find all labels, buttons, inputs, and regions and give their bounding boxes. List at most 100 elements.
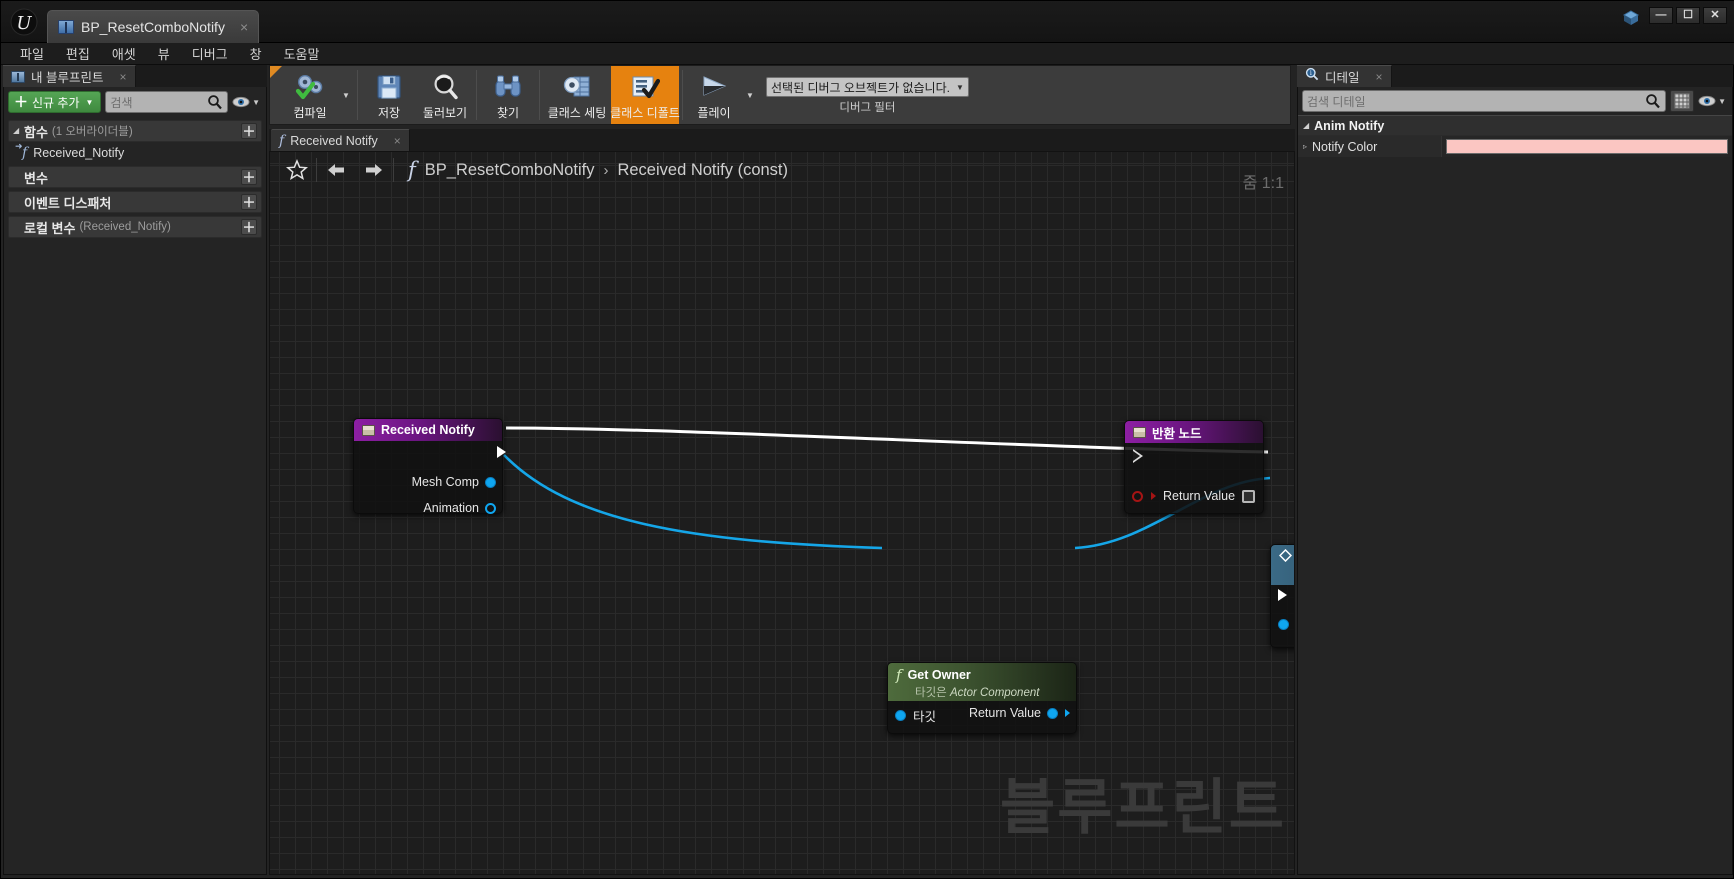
asset-tab[interactable]: BP_ResetComboNotify × [47, 10, 260, 43]
play-button[interactable]: 플레이 [686, 66, 742, 124]
menu-item-edit[interactable]: 편집 [55, 42, 101, 65]
notify-color-swatch[interactable] [1446, 139, 1728, 154]
class-defaults-icon [630, 72, 660, 102]
close-icon[interactable]: × [1376, 70, 1383, 84]
node-header: Itf Reset Combo 타깃은 Itf Animation Notify [1271, 545, 1294, 585]
play-dropdown-icon[interactable]: ▼ [742, 66, 758, 124]
tab-received-notify[interactable]: f Received Notify × [271, 129, 410, 151]
zoom-level: 줌 1:1 [1242, 175, 1284, 192]
graph-editor: f Received Notify × f BP_ResetComboNotif… [269, 129, 1295, 875]
pin-exec-out[interactable] [497, 446, 506, 458]
bookmark-star-icon[interactable] [278, 155, 316, 185]
breadcrumb-root[interactable]: BP_ResetComboNotify [425, 161, 595, 180]
function-icon: f [896, 666, 902, 684]
tab-my-blueprint[interactable]: 내 블루프린트 × [3, 65, 136, 87]
pin-exec-in[interactable] [1278, 589, 1287, 601]
section-functions[interactable]: ◢ 함수 (1 오버라이더블) ＋ [8, 120, 262, 142]
node-received-notify[interactable]: Received Notify Mesh Comp Animation [353, 418, 506, 515]
eye-icon [232, 96, 250, 108]
svg-text:i: i [1310, 70, 1312, 77]
expand-arrow-icon[interactable]: ◢ [13, 127, 24, 135]
breadcrumb-leaf[interactable]: Received Notify (const) [617, 161, 788, 180]
add-function-button[interactable]: ＋ [241, 123, 257, 139]
node-get-owner[interactable]: f Get Owner 타깃은 Actor Component 타깃 Retur… [887, 662, 1077, 734]
layout-icon[interactable] [1619, 7, 1643, 29]
add-variable-button[interactable]: ＋ [241, 169, 257, 185]
menu-item-window[interactable]: 창 [239, 42, 273, 65]
forward-button[interactable] [355, 155, 393, 185]
expand-arrow-icon[interactable]: ◢ [1303, 121, 1309, 130]
grid-view-button[interactable] [1670, 90, 1695, 112]
browse-label: 둘러보기 [422, 106, 468, 120]
pin-mesh-comp[interactable]: Mesh Comp [412, 475, 496, 489]
browse-button[interactable]: 둘러보기 [417, 66, 473, 124]
pin-animation[interactable]: Animation [423, 501, 496, 515]
toolbar-separator [357, 70, 358, 120]
node-title: Received Notify [381, 423, 475, 437]
graph-canvas[interactable]: f BP_ResetComboNotify › Received Notify … [269, 151, 1295, 875]
list-item-label: Received_Notify [33, 145, 125, 160]
pin-return-value[interactable]: Return Value [1132, 489, 1256, 503]
details-row-value-cell[interactable] [1441, 136, 1732, 157]
add-new-button[interactable]: ＋ 신규 추가 ▼ [8, 91, 102, 113]
unreal-blueprint-editor-window: U BP_ResetComboNotify × — ☐ ✕ 부모 클래스:Ani… [0, 0, 1734, 879]
chevron-down-icon: ▼ [1718, 96, 1726, 106]
compile-button[interactable]: 컴파일 [282, 66, 338, 124]
menu-item-view[interactable]: 뷰 [147, 42, 181, 65]
close-button[interactable]: ✕ [1703, 7, 1727, 24]
exec-pin-icon [1278, 589, 1287, 601]
find-button[interactable]: 찾기 [480, 66, 536, 124]
node-itf-reset-combo[interactable]: Itf Reset Combo 타깃은 Itf Animation Notify [1270, 544, 1294, 648]
search-input[interactable]: 검색 [105, 91, 229, 115]
menu-item-debug[interactable]: 디버그 [181, 42, 239, 65]
compile-icon [293, 72, 327, 102]
add-event-dispatcher-button[interactable]: ＋ [241, 194, 257, 210]
chevron-down-icon: ▼ [85, 97, 94, 107]
expand-arrow-icon[interactable]: ▹ [1303, 142, 1307, 151]
class-defaults-button[interactable]: 클래스 디폴트 [610, 66, 680, 124]
close-icon[interactable]: × [240, 20, 248, 34]
node-return[interactable]: 반환 노드 Return Value [1124, 420, 1264, 514]
section-event-dispatchers[interactable]: 이벤트 디스패처 ＋ [8, 191, 262, 213]
function-icon: f [15, 142, 27, 161]
class-settings-button[interactable]: 클래스 세팅 [543, 66, 611, 124]
pin-target[interactable]: 타깃 [1278, 615, 1294, 634]
close-icon[interactable]: × [119, 70, 126, 84]
node-body: 타깃 [1271, 585, 1294, 647]
section-variables[interactable]: 변수 ＋ [8, 166, 262, 188]
menu-item-help[interactable]: 도움말 [273, 42, 331, 65]
details-row-notify-color[interactable]: ▹ Notify Color [1298, 135, 1732, 157]
pin-exec-in[interactable] [1133, 449, 1143, 463]
pin-return-value[interactable]: Return Value [969, 706, 1070, 720]
debug-object-select[interactable]: 선택된 디버그 오브젝트가 없습니다. ▼ [766, 77, 969, 97]
visibility-options[interactable]: ▼ [232, 95, 262, 109]
minimize-button[interactable]: — [1649, 7, 1673, 24]
debug-filter-label: 디버그 필터 [839, 102, 896, 114]
section-local-variables[interactable]: 로컬 변수 (Received_Notify) ＋ [8, 216, 262, 238]
window-controls: — ☐ ✕ [1649, 7, 1727, 24]
details-visibility-options[interactable]: ▼ [1698, 94, 1728, 108]
pin-label: Return Value [968, 706, 1041, 720]
menu-item-asset[interactable]: 애셋 [101, 42, 147, 65]
add-local-variable-button[interactable]: ＋ [241, 219, 257, 235]
bool-checkbox[interactable] [1242, 489, 1256, 503]
menu-item-file[interactable]: 파일 [9, 42, 55, 65]
compile-dropdown-icon[interactable]: ▼ [338, 66, 354, 124]
pin-target[interactable]: 타깃 [895, 706, 936, 725]
save-button[interactable]: 저장 [361, 66, 417, 124]
chevron-down-icon: ▼ [252, 97, 260, 107]
details-search-input[interactable]: 검색 디테일 [1302, 90, 1667, 112]
details-category-anim-notify[interactable]: ◢ Anim Notify [1298, 115, 1732, 135]
node-subtitle: 타깃은 Actor Component [896, 684, 1068, 700]
search-icon [207, 94, 223, 115]
main-toolbar: 컴파일 ▼ 저장 둘러보기 찾기 클래스 세팅 클래스 디폴트 플레이 ▼ 선택… [269, 65, 1291, 125]
list-item-received-notify[interactable]: f Received_Notify [8, 142, 262, 163]
object-pin-icon [1278, 619, 1289, 630]
class-defaults-label: 클래스 디폴트 [610, 106, 680, 120]
maximize-button[interactable]: ☐ [1676, 7, 1700, 24]
search-placeholder: 검색 디테일 [1307, 94, 1366, 109]
details-body: 검색 디테일 ▼ ◢ Anim Notify ▹ Notify Color [1297, 87, 1733, 875]
close-icon[interactable]: × [394, 134, 401, 148]
back-button[interactable] [317, 155, 355, 185]
tab-details[interactable]: i 디테일 × [1297, 65, 1392, 87]
